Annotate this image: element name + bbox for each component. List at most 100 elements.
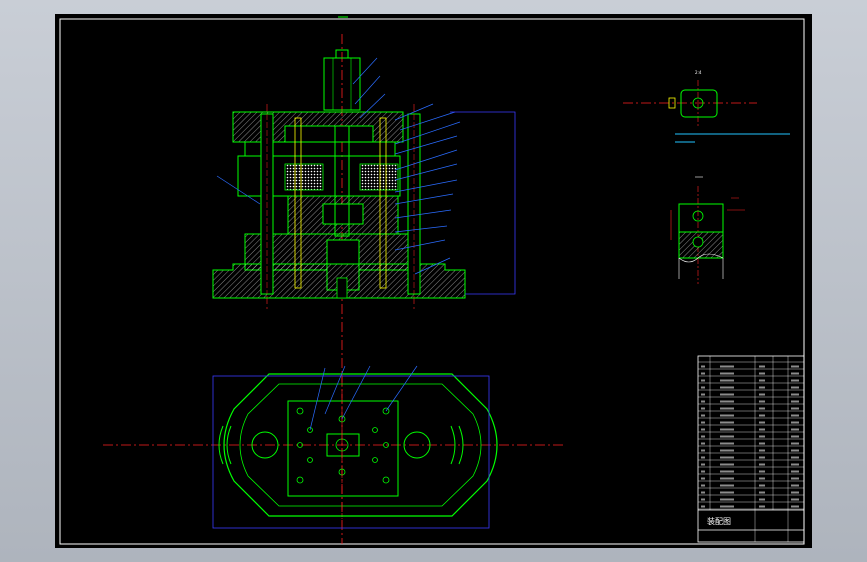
bom-cell-text-mark (720, 463, 734, 466)
bom-cell-text-mark (701, 428, 705, 431)
bom-cell-text-mark (720, 449, 734, 452)
bom-cell-text-mark (701, 435, 705, 438)
bom-cell-text-mark (701, 379, 705, 382)
detail-part-outline (680, 89, 718, 118)
bom-cell-text-mark (701, 407, 705, 410)
bom-cell-text-mark (701, 400, 705, 403)
bom-cell-text-mark (759, 470, 765, 473)
bom-cell-text-mark (759, 414, 765, 417)
bom-cell-text-mark (720, 393, 734, 396)
bom-cell-text-mark (701, 421, 705, 424)
bom-cell-text-mark (759, 456, 765, 459)
bom-cell-text-mark (791, 400, 799, 403)
bom-cell-text-mark (791, 498, 799, 501)
bom-cell-text-mark (701, 442, 705, 445)
assembly-drawing-canvas[interactable]: 2:4 装配图 (55, 14, 812, 548)
bom-cell-text-mark (701, 393, 705, 396)
bom-cell-text-mark (720, 400, 734, 403)
front-section-view (212, 34, 516, 544)
bom-cell-text-mark (701, 372, 705, 375)
screw-holes (296, 407, 390, 484)
detail-view-top: 2:4 (623, 70, 757, 128)
bom-cell-text-mark (759, 442, 765, 445)
cad-viewport[interactable]: 2:4 装配图 (55, 14, 812, 548)
bom-cell-text-mark (720, 386, 734, 389)
bom-cell-text-mark (720, 491, 734, 494)
bom-cell-text-mark (701, 449, 705, 452)
bom-cell-text-mark (720, 365, 734, 368)
bom-cell-text-mark (759, 505, 765, 508)
bom-cell-text-mark (701, 386, 705, 389)
die-plate-square (287, 400, 399, 497)
bom-cell-text-mark (701, 477, 705, 480)
bom-cell-text-mark (759, 435, 765, 438)
bom-cell-text-mark (759, 386, 765, 389)
die-cavity (322, 203, 364, 225)
bom-cell-text-mark (791, 407, 799, 410)
bom-cell-text-mark (791, 428, 799, 431)
bom-cell-text-mark (720, 414, 734, 417)
bom-cell-text-mark (791, 449, 799, 452)
bom-cell-text-mark (791, 435, 799, 438)
bom-cell-text-mark (720, 407, 734, 410)
bom-cell-text-mark (791, 372, 799, 375)
bom-cell-text-mark (701, 498, 705, 501)
plan-view (103, 365, 563, 529)
bom-cell-text-mark (720, 372, 734, 375)
detail-bottom-upper (678, 203, 724, 233)
bom-cell-text-mark (720, 470, 734, 473)
rubber-right (359, 163, 399, 191)
bom-cell-text-mark (791, 456, 799, 459)
bom-cell-text-mark (720, 456, 734, 459)
bom-cell-text-mark (720, 428, 734, 431)
bom-cell-text-mark (720, 498, 734, 501)
bom-cell-text-mark (759, 463, 765, 466)
bom-cell-text-mark (759, 407, 765, 410)
bom-cell-text-mark (791, 379, 799, 382)
bom-cell-text-mark (759, 477, 765, 480)
bom-cell-text-mark (720, 435, 734, 438)
bom-cell-text-mark (701, 470, 705, 473)
bom-cell-text-mark (791, 463, 799, 466)
rubber-left (284, 163, 324, 191)
bom-cell-text-mark (791, 393, 799, 396)
bom-cell-text-mark (701, 365, 705, 368)
bom-cell-text-mark (759, 379, 765, 382)
bom-cell-text-mark (791, 505, 799, 508)
bom-cell-text-mark (791, 470, 799, 473)
detail-view-bottom (670, 176, 745, 284)
bom-cell-text-mark (791, 365, 799, 368)
bom-cell-text-mark (720, 421, 734, 424)
bom-cell-text-mark (791, 414, 799, 417)
bom-cell-text-mark (791, 484, 799, 487)
bom-cell-text-mark (701, 463, 705, 466)
bom-cell-text-mark (759, 498, 765, 501)
bom-cell-text-mark (720, 477, 734, 480)
bom-cell-text-mark (720, 442, 734, 445)
bom-cell-text-mark (791, 477, 799, 480)
bom-cell-text-mark (759, 428, 765, 431)
bom-cell-text-mark (759, 491, 765, 494)
bom-cell-text-mark (701, 491, 705, 494)
detail-top-label: 2:4 (695, 70, 702, 75)
bom-cell-text-mark (701, 414, 705, 417)
bom-cell-text-mark (759, 484, 765, 487)
bom-cell-text-mark (791, 421, 799, 424)
bom-cell-text-mark (759, 365, 765, 368)
bom-cell-text-mark (701, 456, 705, 459)
drawing-name: 装配图 (707, 516, 731, 526)
bom-cell-text-mark (759, 393, 765, 396)
bom-cell-text-mark (759, 421, 765, 424)
bom-cell-text-mark (791, 491, 799, 494)
bom-cell-text-mark (791, 386, 799, 389)
bom-cell-text-mark (720, 505, 734, 508)
bom-cell-text-mark (759, 372, 765, 375)
bom-cell-text-mark (791, 442, 799, 445)
bom-cell-text-mark (701, 505, 705, 508)
bom-cell-text-mark (701, 484, 705, 487)
bom-cell-text-mark (720, 379, 734, 382)
bom-cell-text-mark (759, 449, 765, 452)
bom-cell-text-mark (759, 400, 765, 403)
upper-plate-inner (284, 125, 374, 143)
height-dimension (450, 111, 516, 295)
